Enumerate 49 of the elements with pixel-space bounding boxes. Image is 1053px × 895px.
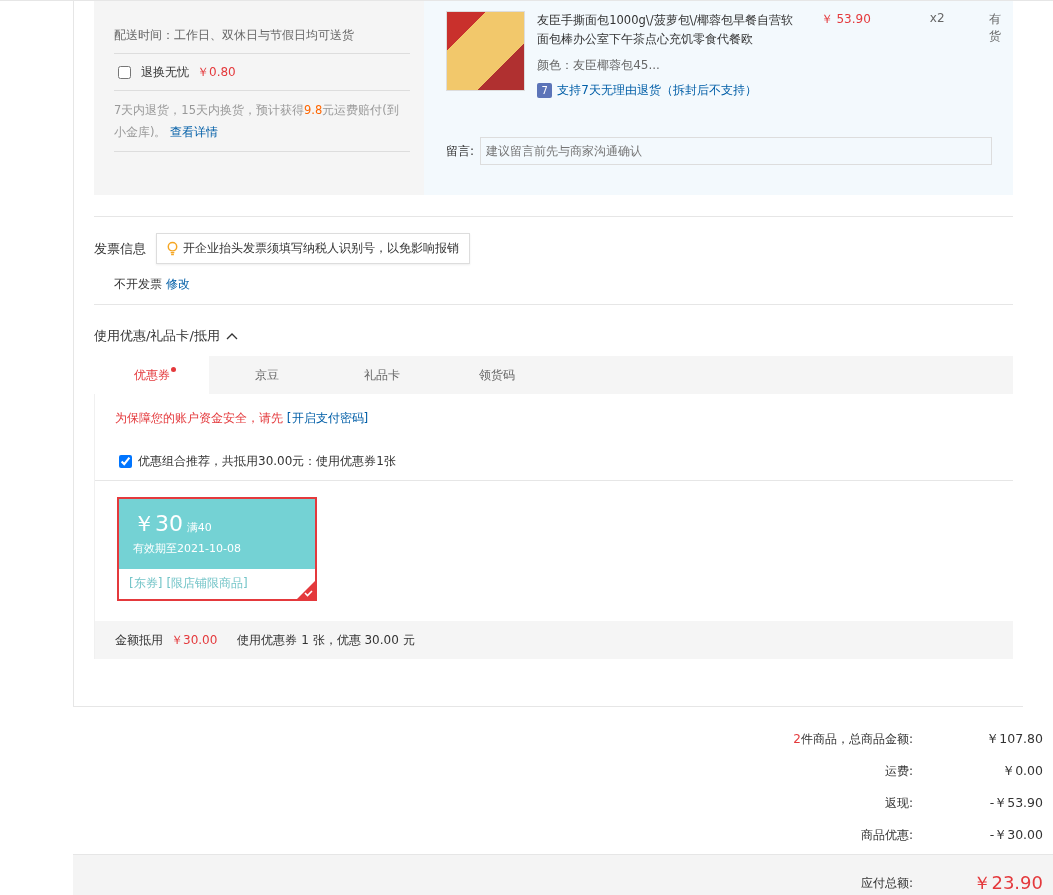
total-value: -￥53.90 bbox=[988, 795, 1043, 812]
coupon-validity: 有效期至2021-10-08 bbox=[133, 541, 242, 556]
service-price: ￥0.80 bbox=[197, 64, 236, 81]
discount-summary-label: 金额抵用 bbox=[115, 633, 163, 647]
details-link[interactable]: 查看详情 bbox=[170, 125, 219, 139]
invoice-tip-text: 开企业抬头发票须填写纳税人识别号，以免影响报销 bbox=[183, 240, 459, 257]
coupon-tag: [限店铺限商品] bbox=[166, 575, 248, 592]
coupon-amount: ￥30 bbox=[133, 511, 183, 536]
coupon-condition: 满40 bbox=[186, 521, 212, 534]
total-value: ￥107.80 bbox=[985, 731, 1043, 748]
discount-tab[interactable]: 优惠券 bbox=[94, 356, 209, 394]
total-label: 2件商品，总商品金额: bbox=[793, 731, 913, 748]
chevron-up-icon[interactable] bbox=[225, 332, 238, 340]
total-label: 商品优惠: bbox=[860, 827, 913, 844]
message-label: 留言: bbox=[446, 142, 475, 160]
total-label: 返现: bbox=[884, 795, 913, 812]
discounts-title: 使用优惠/礼品卡/抵用 bbox=[94, 327, 220, 345]
recommend-label: 优惠组合推荐，共抵用30.00元：使用优惠券1张 bbox=[138, 453, 396, 470]
service-note: 7天内退货，15天内换货，预计获得9.8元运费赔付(到小金库)。 查看详情 bbox=[114, 91, 410, 152]
service-label: 退换无忧 bbox=[141, 64, 189, 81]
discount-tab[interactable]: 礼品卡 bbox=[324, 356, 439, 394]
invoice-title: 发票信息 bbox=[94, 239, 146, 258]
message-field[interactable]: 建议留言前先与商家沟通确认 bbox=[480, 137, 993, 165]
payable-value: ￥23.90 bbox=[972, 871, 1043, 895]
coupon-tag: [东券] bbox=[129, 575, 163, 592]
security-note: 为保障您的账户资金安全，请先 [开启支付密码] bbox=[114, 410, 370, 427]
service-checkbox[interactable] bbox=[118, 65, 131, 79]
total-value: -￥30.00 bbox=[988, 827, 1043, 844]
return-badge: 7 bbox=[537, 83, 553, 98]
discount-tab[interactable]: 领货码 bbox=[439, 356, 554, 394]
total-value: ￥0.00 bbox=[1001, 763, 1043, 780]
invoice-status: 不开发票 bbox=[114, 277, 162, 291]
recommend-checkbox[interactable] bbox=[119, 455, 132, 468]
return-policy: 支持7天无理由退货（拆封后不支持） bbox=[557, 82, 757, 99]
discount-summary-amount: ￥30.00 bbox=[171, 633, 218, 647]
payable-label: 应付总额: bbox=[860, 875, 913, 892]
product-price: ￥ 53.90 bbox=[820, 11, 872, 28]
total-label: 运费: bbox=[884, 763, 913, 780]
selected-check-icon bbox=[297, 581, 315, 599]
discount-summary-detail: 使用优惠券 1 张，优惠 30.00 元 bbox=[237, 633, 415, 647]
payment-password-link[interactable]: [开启支付密码] bbox=[286, 411, 369, 425]
product-variant: 颜色：友臣椰蓉包45... bbox=[537, 57, 661, 74]
lightbulb-icon bbox=[167, 241, 178, 256]
discount-tab[interactable]: 京豆 bbox=[209, 356, 324, 394]
product-stock: 有货 bbox=[989, 11, 1003, 45]
product-quantity: x2 bbox=[928, 11, 946, 27]
delivery-time: 配送时间：工作日、双休日与节假日均可送货 bbox=[114, 1, 410, 54]
invoice-edit-link[interactable]: 修改 bbox=[165, 277, 190, 291]
product-title[interactable]: 友臣手撕面包1000g\/菠萝包\/椰蓉包早餐自营软面包棒办公室下午茶点心充饥零食代餐欧 bbox=[537, 11, 795, 49]
